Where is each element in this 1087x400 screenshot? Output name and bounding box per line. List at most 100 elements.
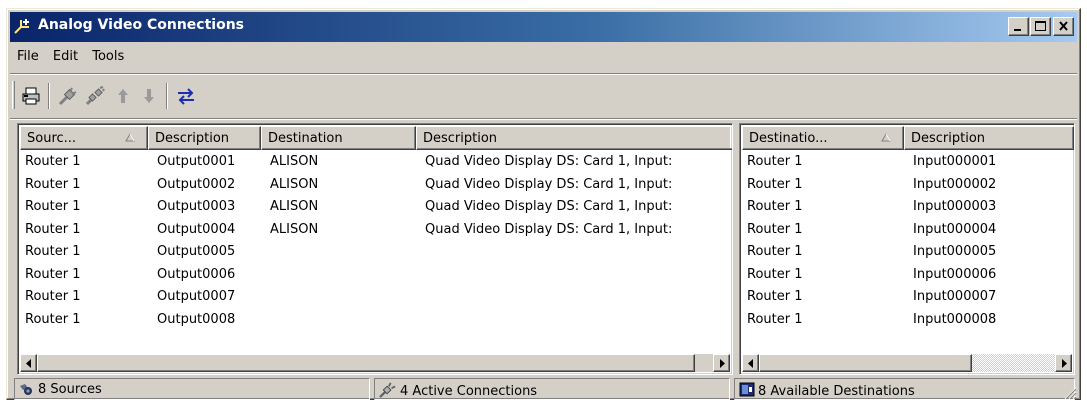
cell-destination: Router 1 bbox=[747, 199, 803, 214]
destinations-horizontal-scrollbar[interactable] bbox=[742, 354, 1072, 372]
close-button[interactable] bbox=[1053, 17, 1074, 36]
disconnect-icon bbox=[85, 86, 105, 106]
column-header-destination[interactable]: Destinatio... bbox=[742, 126, 904, 150]
cell-source: Router 1 bbox=[25, 199, 81, 214]
print-button[interactable] bbox=[18, 83, 44, 109]
cell-source: Router 1 bbox=[25, 266, 81, 282]
video-camera-icon bbox=[20, 384, 32, 395]
cell-destination-description: Quad Video Display DS: Card 1, Input: bbox=[425, 154, 673, 169]
cell-source-description: Output0004 bbox=[157, 221, 236, 237]
table-row[interactable]: Router 1 Input000005 bbox=[742, 242, 1072, 265]
scroll-left-button[interactable] bbox=[742, 354, 759, 372]
table-row[interactable]: Router 1 Input000003 bbox=[742, 197, 1072, 220]
maximize-icon bbox=[1035, 21, 1046, 31]
sources-horizontal-scrollbar[interactable] bbox=[20, 354, 730, 372]
disconnect-button[interactable] bbox=[82, 83, 108, 109]
toolbar-separator bbox=[48, 83, 50, 109]
scrollbar-track[interactable] bbox=[972, 354, 1055, 372]
cell-source: Router 1 bbox=[25, 244, 81, 259]
cell-source-description: Output0002 bbox=[157, 176, 236, 192]
move-up-button[interactable] bbox=[110, 83, 136, 109]
scroll-right-button[interactable] bbox=[713, 354, 730, 372]
scrollbar-thumb[interactable] bbox=[759, 354, 972, 372]
status-destinations-panel: 8 Available Destinations bbox=[734, 378, 1075, 400]
status-bar: 8 Sources 4 Active Connections 8 Availab… bbox=[10, 378, 1077, 400]
table-row[interactable]: Router 1 Input000002 bbox=[742, 175, 1072, 198]
connect-icon bbox=[58, 87, 77, 106]
table-row[interactable]: Router 1 Output0005 bbox=[20, 242, 730, 265]
status-sources-panel: 8 Sources bbox=[14, 378, 370, 400]
scroll-right-button[interactable] bbox=[1055, 354, 1072, 372]
toolbar-separator bbox=[166, 83, 168, 109]
scroll-left-icon bbox=[748, 359, 753, 368]
sources-rows: Router 1 Output0001 ALISON Quad Video Di… bbox=[20, 152, 730, 332]
column-header-label: Destinatio... bbox=[749, 131, 828, 146]
cell-destination: ALISON bbox=[270, 176, 319, 192]
table-row[interactable]: Router 1 Output0003 ALISON Quad Video Di… bbox=[20, 197, 730, 220]
print-icon bbox=[22, 87, 40, 105]
column-header-destination-description[interactable]: Description bbox=[904, 126, 1074, 150]
column-header-destination[interactable]: Destination bbox=[261, 126, 416, 150]
cell-source: Router 1 bbox=[25, 289, 81, 304]
move-down-button[interactable] bbox=[136, 83, 162, 109]
destinations-list-header: Destinatio... Description bbox=[742, 126, 1074, 150]
menu-divider bbox=[10, 73, 1077, 75]
menu-edit[interactable]: Edit bbox=[48, 45, 83, 68]
move-down-icon bbox=[144, 89, 154, 103]
toolbar-divider bbox=[10, 118, 1077, 120]
menu-file[interactable]: File bbox=[10, 45, 44, 68]
cell-source-description: Output0005 bbox=[157, 244, 236, 259]
cell-destination-description: Input000008 bbox=[913, 311, 997, 327]
table-row[interactable]: Router 1 Output0001 ALISON Quad Video Di… bbox=[20, 152, 730, 175]
table-row[interactable]: Router 1 Input000006 bbox=[742, 265, 1072, 288]
cell-destination: Router 1 bbox=[747, 311, 803, 327]
table-row[interactable]: Router 1 Input000007 bbox=[742, 287, 1072, 310]
toolbar-grip[interactable] bbox=[12, 81, 15, 109]
connection-plug-icon bbox=[379, 382, 396, 398]
table-row[interactable]: Router 1 Output0006 bbox=[20, 265, 730, 288]
cell-destination-description: Input000007 bbox=[913, 289, 997, 304]
connect-button[interactable] bbox=[55, 83, 81, 109]
table-row[interactable]: Router 1 Input000004 bbox=[742, 220, 1072, 243]
minimize-button[interactable] bbox=[1008, 17, 1029, 36]
swap-icon bbox=[178, 88, 194, 105]
scroll-right-icon bbox=[1062, 359, 1067, 368]
title-bar[interactable]: Analog Video Connections bbox=[10, 12, 1077, 42]
cell-destination-description: Input000005 bbox=[913, 244, 997, 259]
menu-tools[interactable]: Tools bbox=[87, 45, 129, 68]
table-row[interactable]: Router 1 Output0008 bbox=[20, 310, 730, 333]
cell-source: Router 1 bbox=[25, 154, 81, 169]
column-header-source-description[interactable]: Description bbox=[148, 126, 261, 150]
monitor-icon bbox=[739, 382, 755, 397]
swap-button[interactable] bbox=[173, 83, 199, 109]
column-header-label: Sourc... bbox=[27, 131, 77, 146]
maximize-button[interactable] bbox=[1030, 17, 1051, 36]
table-row[interactable]: Router 1 Output0004 ALISON Quad Video Di… bbox=[20, 220, 730, 243]
resize-grip-icon[interactable] bbox=[1063, 386, 1077, 400]
cell-source: Router 1 bbox=[25, 311, 81, 327]
table-row[interactable]: Router 1 Output0002 ALISON Quad Video Di… bbox=[20, 175, 730, 198]
move-up-icon bbox=[118, 89, 128, 103]
destinations-list[interactable]: Destinatio... Description Router 1 Input… bbox=[739, 123, 1075, 375]
cell-destination: Router 1 bbox=[747, 266, 803, 282]
cell-destination: Router 1 bbox=[747, 176, 803, 192]
scrollbar-thumb[interactable] bbox=[37, 354, 695, 372]
scroll-left-button[interactable] bbox=[20, 354, 37, 372]
table-row[interactable]: Router 1 Input000001 bbox=[742, 152, 1072, 175]
sources-list-header: Sourc... Description Destination Descrip… bbox=[20, 126, 732, 150]
table-row[interactable]: Router 1 Input000008 bbox=[742, 310, 1072, 333]
status-connections-panel: 4 Active Connections bbox=[374, 378, 730, 400]
sources-list[interactable]: Sourc... Description Destination Descrip… bbox=[17, 123, 733, 375]
cell-destination: Router 1 bbox=[747, 221, 803, 237]
cell-destination-description: Quad Video Display DS: Card 1, Input: bbox=[425, 176, 673, 192]
scroll-left-icon bbox=[26, 359, 31, 368]
table-row[interactable]: Router 1 Output0007 bbox=[20, 287, 730, 310]
column-header-label: Description bbox=[911, 131, 986, 146]
column-header-source[interactable]: Sourc... bbox=[20, 126, 148, 150]
column-header-destination-description[interactable]: Description bbox=[416, 126, 732, 150]
cell-source-description: Output0008 bbox=[157, 311, 236, 327]
column-header-label: Description bbox=[423, 131, 498, 146]
cell-source-description: Output0001 bbox=[157, 154, 236, 169]
status-connections-text: 4 Active Connections bbox=[400, 384, 538, 399]
window-title: Analog Video Connections bbox=[38, 17, 244, 33]
